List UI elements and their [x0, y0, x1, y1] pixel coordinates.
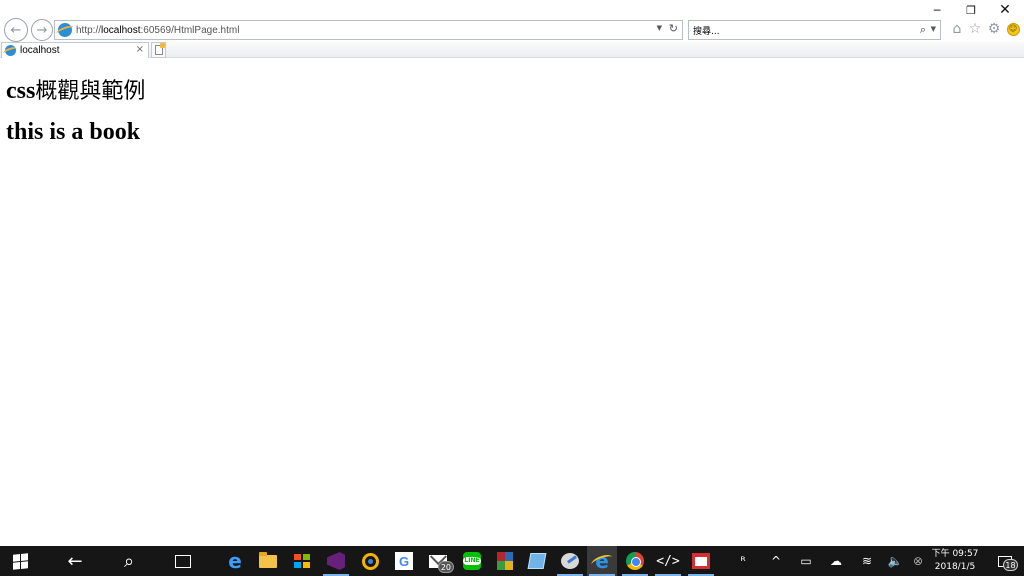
tray-battery[interactable]: ▭: [796, 546, 816, 576]
chrome-icon: [626, 552, 644, 570]
arrow-left-icon: ←: [67, 550, 83, 572]
taskbar-edge[interactable]: e: [220, 546, 250, 576]
cortana-search-button[interactable]: ⌕: [114, 546, 144, 576]
google-icon: G: [395, 552, 413, 570]
taskbar-app-circle[interactable]: [355, 546, 385, 576]
clock-date: 2018/1/5: [934, 562, 976, 572]
visual-studio-icon: [327, 552, 345, 570]
address-host: localhost: [101, 24, 141, 36]
window-titlebar: ─ ❐ ✕: [0, 0, 1024, 20]
address-prefix: http://: [76, 24, 102, 36]
page-heading-1: css概觀與範例: [6, 73, 145, 105]
page-content: css概觀與範例 this is a book: [0, 59, 1024, 546]
windows-logo-icon: [12, 552, 28, 570]
tray-onedrive[interactable]: ☁: [826, 546, 846, 576]
ie-tab-icon: [5, 45, 16, 56]
people-icon: ᴿ: [740, 554, 746, 568]
taskbar-back-button[interactable]: ←: [60, 546, 90, 576]
internet-explorer-icon: e: [592, 549, 612, 573]
restore-button[interactable]: ❐: [954, 0, 988, 20]
tray-network[interactable]: ≋: [857, 546, 877, 576]
taskbar-winrar[interactable]: [490, 546, 520, 576]
heading-1-latin: css: [6, 78, 36, 104]
search-input[interactable]: 搜尋... ⌕ ▼: [688, 20, 941, 40]
close-circle-icon: ⊗: [912, 554, 924, 568]
tab-label: localhost: [20, 45, 60, 56]
refresh-icon[interactable]: ↻: [669, 22, 678, 35]
tab-localhost[interactable]: localhost ×: [1, 42, 149, 58]
wifi-icon: ≋: [861, 554, 873, 568]
clock-time: 下午 09:57: [931, 549, 979, 559]
chevron-up-icon: ^: [770, 554, 782, 568]
new-tab-button[interactable]: [151, 42, 166, 58]
address-bar[interactable]: http://localhost:60569/HtmlPage.html ▼ ↻: [54, 20, 683, 40]
news-icon: [692, 553, 710, 569]
minimize-button[interactable]: ─: [920, 0, 954, 20]
tab-close-icon[interactable]: ×: [136, 44, 144, 55]
tray-people-button[interactable]: ᴿ: [733, 546, 753, 576]
volume-icon: 🔈: [887, 554, 903, 568]
taskbar-chrome[interactable]: [620, 546, 650, 576]
tab-strip: localhost ×: [0, 42, 1024, 58]
address-text[interactable]: http://localhost:60569/HtmlPage.html: [76, 25, 239, 36]
heading-1-cjk: 概觀與範例: [35, 79, 146, 104]
back-button[interactable]: ←: [4, 18, 28, 42]
taskbar-store[interactable]: [287, 546, 317, 576]
navigation-bar: ← → http://localhost:60569/HtmlPage.html…: [0, 18, 1024, 42]
windows-taskbar: ← ⌕ e G 20 LINE e </> ᴿ ^ ▭ ☁ ≋ 🔈 ⊗ 下午 0…: [0, 546, 1024, 576]
code-editor-icon: </>: [656, 553, 680, 569]
ie-icon: [58, 23, 72, 37]
notification-count-badge: 18: [1003, 559, 1018, 571]
taskbar-visual-studio[interactable]: [321, 546, 351, 576]
line-icon: LINE: [463, 552, 481, 570]
taskbar-internet-explorer[interactable]: e: [587, 546, 617, 576]
mail-count-badge: 20: [437, 561, 454, 573]
taskbar-notepad[interactable]: [522, 546, 552, 576]
cloud-icon: ☁: [830, 554, 842, 568]
smiley-icon: ☺: [1006, 22, 1020, 36]
task-view-icon: [175, 554, 191, 568]
taskbar-code-editor[interactable]: </>: [653, 546, 683, 576]
address-dropdown-icon[interactable]: ▼: [657, 24, 662, 32]
gear-icon[interactable]: ⚙: [986, 21, 1002, 37]
page-heading-2: this is a book: [6, 119, 141, 145]
arrow-left-icon: ←: [10, 22, 22, 38]
folder-icon: [259, 551, 277, 568]
taskbar-google[interactable]: G: [389, 546, 419, 576]
home-icon[interactable]: ⌂: [949, 21, 965, 37]
taskbar-clock[interactable]: 下午 09:57 2018/1/5: [925, 548, 985, 574]
notepad-icon: [527, 553, 547, 569]
edge-icon: e: [228, 549, 242, 573]
search-icon: ⌕: [123, 550, 135, 572]
arrow-right-icon: →: [36, 22, 48, 38]
action-center-button[interactable]: 18: [990, 546, 1020, 576]
taskbar-line[interactable]: LINE: [457, 546, 487, 576]
battery-icon: ▭: [800, 554, 812, 568]
feedback-smiley-button[interactable]: ☺: [1005, 21, 1021, 37]
tray-show-hidden-button[interactable]: ^: [766, 546, 786, 576]
winrar-icon: [497, 552, 513, 570]
close-button[interactable]: ✕: [988, 0, 1022, 20]
forward-button[interactable]: →: [31, 19, 53, 41]
paint-icon: [561, 553, 579, 569]
taskbar-mail[interactable]: 20: [423, 546, 454, 576]
taskbar-file-explorer[interactable]: [253, 546, 283, 576]
taskbar-paint[interactable]: [555, 546, 585, 576]
favorites-star-icon[interactable]: ☆: [967, 21, 983, 37]
circle-app-icon: [361, 552, 379, 570]
search-dropdown-icon[interactable]: ▼: [931, 25, 936, 33]
address-suffix: :60569/HtmlPage.html: [140, 24, 240, 36]
new-tab-icon: [154, 43, 165, 55]
store-icon: [294, 554, 310, 568]
search-icon[interactable]: ⌕: [920, 23, 926, 37]
start-button[interactable]: [5, 546, 35, 576]
tray-volume[interactable]: 🔈: [885, 546, 905, 576]
taskbar-news[interactable]: [686, 546, 716, 576]
task-view-button[interactable]: [168, 546, 198, 576]
search-placeholder: 搜尋...: [693, 27, 720, 37]
